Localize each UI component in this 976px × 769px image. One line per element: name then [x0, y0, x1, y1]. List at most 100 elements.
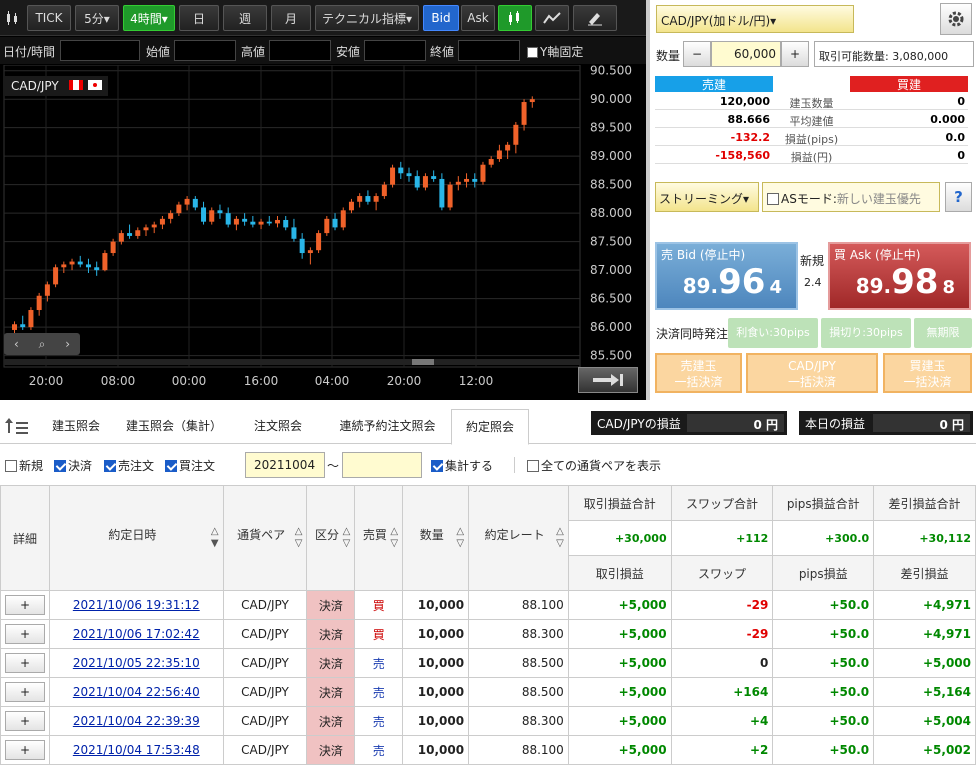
col-rate[interactable]: 約定レート △ ▽	[468, 485, 569, 591]
exec-date-link[interactable]: 2021/10/04 22:39:39	[49, 706, 224, 736]
exec-date-link[interactable]: 2021/10/06 19:31:12	[49, 590, 224, 620]
candle-body	[209, 210, 215, 222]
detail-button[interactable]: +	[0, 677, 50, 707]
swap-cell: +4	[670, 706, 774, 736]
filter-buy-checkbox[interactable]: 買注文	[165, 457, 215, 474]
filter-new-checkbox[interactable]: 新規	[5, 457, 43, 474]
candle-type-icon[interactable]	[3, 5, 23, 31]
sub-header-1: スワップ	[670, 555, 774, 591]
candle-body	[258, 221, 264, 225]
as-mode-field[interactable]: ASモード:新しい建玉優先	[762, 182, 940, 212]
quantity-plus-button[interactable]: +	[781, 41, 809, 67]
5min-select[interactable]: 5分▾	[75, 5, 119, 31]
tab-1[interactable]: 建玉照会（集計）	[116, 409, 232, 445]
detail-button[interactable]: +	[0, 619, 50, 649]
candle-body	[381, 184, 387, 197]
sort-toggle-icon[interactable]	[4, 416, 30, 436]
draw-tool-icon[interactable]	[573, 5, 617, 31]
expand-button[interactable]: +	[5, 653, 45, 673]
sort-down-icon[interactable]: ▽	[390, 538, 398, 549]
sell-close-all-button[interactable]: 売建玉 一括決済	[655, 353, 742, 393]
y-fixed-checkbox[interactable]: Y軸固定	[527, 43, 583, 60]
tick-button[interactable]: TICK	[27, 5, 71, 31]
col-side[interactable]: 売買 △ ▽	[354, 485, 404, 591]
scroll-left-icon[interactable]: ‹	[14, 337, 19, 351]
zoom-icon[interactable]: ⌕	[39, 337, 46, 352]
col-exec-date[interactable]: 約定日時 △ ▼	[49, 485, 224, 591]
qty-cell: 10,000	[402, 590, 470, 620]
bid-button[interactable]: Bid	[423, 5, 459, 31]
exec-date-link[interactable]: 2021/10/05 22:35:10	[49, 648, 224, 678]
bid-price-button[interactable]: 売 Bid (停止中) 89.96 4	[655, 242, 798, 310]
sort-down-icon[interactable]: ▽	[343, 538, 351, 549]
settings-icon[interactable]	[940, 3, 972, 35]
sort-up-icon[interactable]: △	[211, 526, 219, 537]
tab-3[interactable]: 連続予約注文照会	[324, 409, 451, 445]
tab-4[interactable]: 約定照会	[451, 409, 529, 445]
sort-up-icon[interactable]: △	[456, 526, 464, 537]
col-kind[interactable]: 区分 △ ▽	[306, 485, 356, 591]
currency-pair-select[interactable]: CAD/JPY(加ドル/円)▾	[656, 5, 854, 33]
ask-button[interactable]: Ask	[461, 5, 495, 31]
side-cell: 売	[354, 648, 404, 678]
monthly-button[interactable]: 月	[271, 5, 311, 31]
sort-down-icon[interactable]: ▽	[456, 538, 464, 549]
candlestick-chart[interactable]: 90.500 90.000 89.500 89.000 88.500 88.000 87.5…	[0, 64, 646, 400]
sort-up-icon[interactable]: △	[390, 526, 398, 537]
date-from-input[interactable]: 20211004	[245, 452, 325, 478]
scroll-right-icon[interactable]: ›	[65, 337, 70, 351]
candle-body	[250, 221, 256, 225]
col-qty[interactable]: 数量 △ ▽	[402, 485, 470, 591]
jump-latest-icon[interactable]	[578, 367, 638, 393]
expand-button[interactable]: +	[5, 711, 45, 731]
sort-down-icon[interactable]: ▽	[556, 538, 564, 549]
candle-chart-icon[interactable]	[498, 5, 532, 31]
rate-cell: 88.500	[468, 677, 569, 707]
help-button[interactable]: ?	[945, 182, 972, 212]
filter-settle-checkbox[interactable]: 決済	[54, 457, 92, 474]
ask-price-button[interactable]: 買 Ask (停止中) 89.98 8	[828, 242, 971, 310]
sort-down-icon[interactable]: ▽	[295, 538, 303, 549]
4hour-select[interactable]: 4時間▾	[123, 5, 175, 31]
sort-up-icon[interactable]: △	[295, 526, 303, 537]
expand-button[interactable]: +	[5, 682, 45, 702]
chart-area[interactable]: 90.500 90.000 89.500 89.000 88.500 88.000 87.5…	[0, 64, 646, 400]
tab-0[interactable]: 建玉照会	[36, 409, 116, 445]
detail-button[interactable]: +	[0, 648, 50, 678]
expand-button[interactable]: +	[5, 740, 45, 760]
daily-button[interactable]: 日	[179, 5, 219, 31]
close-value-field	[458, 40, 520, 61]
exec-date-link[interactable]: 2021/10/04 22:56:40	[49, 677, 224, 707]
aggregate-checkbox[interactable]: 集計する	[431, 457, 493, 474]
quantity-input[interactable]: 60,000	[711, 41, 781, 67]
exec-date-link[interactable]: 2021/10/04 17:53:48	[49, 735, 224, 765]
all-pairs-checkbox[interactable]: 全ての通貨ペアを表示	[527, 457, 661, 474]
expand-button[interactable]: +	[5, 624, 45, 644]
date-to-input[interactable]	[342, 452, 422, 478]
detail-button[interactable]: +	[0, 735, 50, 765]
col-pair[interactable]: 通貨ペア △ ▽	[222, 485, 308, 591]
position-sell-value: -158,560	[655, 147, 773, 164]
line-chart-icon[interactable]	[535, 5, 569, 31]
sort-up-icon[interactable]: △	[556, 526, 564, 537]
exec-date-link[interactable]: 2021/10/06 17:02:42	[49, 619, 224, 649]
detail-button[interactable]: +	[0, 706, 50, 736]
expand-button[interactable]: +	[5, 595, 45, 615]
sort-down-active-icon[interactable]: ▼	[211, 538, 219, 549]
candle-body	[12, 324, 17, 330]
unlimited-button[interactable]: 無期限	[914, 318, 972, 348]
tab-2[interactable]: 注文照会	[232, 409, 324, 445]
candle-body	[340, 210, 346, 228]
take-profit-button[interactable]: 利食い:30pips	[728, 318, 818, 348]
chart-scrollbar[interactable]	[4, 359, 580, 365]
pair-close-all-button[interactable]: CAD/JPY 一括決済	[746, 353, 878, 393]
buy-close-all-button[interactable]: 買建玉 一括決済	[883, 353, 972, 393]
stop-loss-button[interactable]: 損切り:30pips	[821, 318, 911, 348]
weekly-button[interactable]: 週	[223, 5, 267, 31]
detail-button[interactable]: +	[0, 590, 50, 620]
sort-up-icon[interactable]: △	[343, 526, 351, 537]
streaming-select[interactable]: ストリーミング▾	[655, 182, 759, 212]
quantity-minus-button[interactable]: −	[683, 41, 711, 67]
technical-indicator-select[interactable]: テクニカル指標▾	[315, 5, 419, 31]
filter-sell-checkbox[interactable]: 売注文	[104, 457, 154, 474]
